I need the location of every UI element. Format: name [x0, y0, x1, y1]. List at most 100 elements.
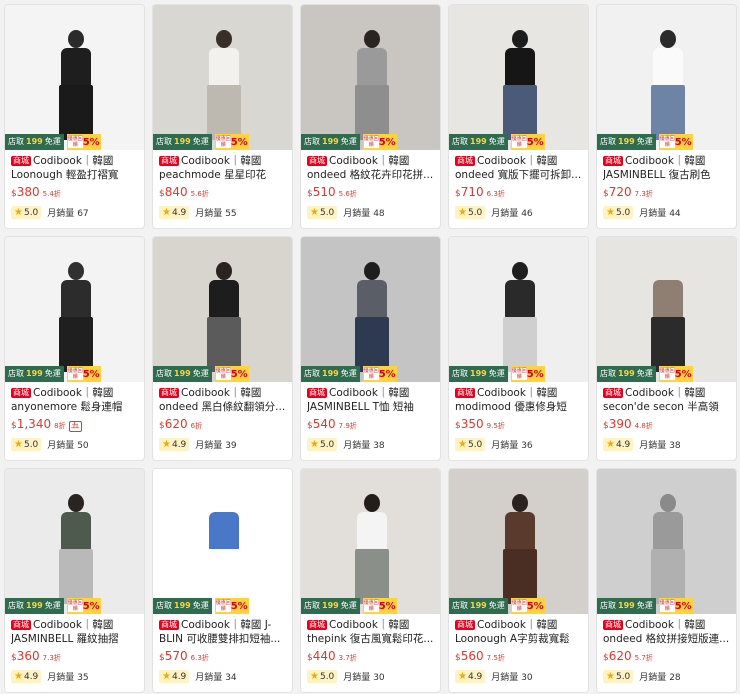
product-image[interactable]: 店取 199 免運 優惠回饋 5% [597, 5, 736, 150]
sales-label: 月銷量 [491, 673, 519, 683]
product-card[interactable]: 店取 199 免運 優惠回饋 5% 商城 Codibook｜韓國 ondeed 格紋拼… [596, 468, 737, 693]
product-card[interactable]: 店取 199 免運 優惠回饋 5% 商城 Codibook｜韓國 JASMINBELL… [596, 4, 737, 229]
model-bottom [206, 317, 241, 372]
cashback-badge: 優惠回饋 5% [362, 366, 397, 382]
product-image[interactable]: 店取 199 免運 優惠回饋 5% [597, 237, 736, 382]
product-card[interactable]: 店取 199 免運 優惠回饋 5% 商城 Codibook｜韓國 Loonough A… [448, 468, 589, 693]
product-card[interactable]: 店取 199 免運 優惠回饋 5% 商城 Codibook｜韓國 ondeed 格紋花… [300, 4, 441, 229]
product-title[interactable]: 商城 Codibook｜韓國 ondeed 格紋拼接短版連... [603, 618, 730, 646]
monthly-sales: 月銷量 39 [195, 438, 236, 451]
product-title[interactable]: 商城Codibook｜韓國 anyonemore 鬆身連帽針... [11, 386, 138, 414]
product-image[interactable]: 店取 199 免運 優惠回饋 5% [449, 5, 588, 150]
meta-row: ★ 4.9 月銷量 34 [159, 670, 286, 683]
product-title[interactable]: 商城Codibook｜韓國 modimood 優惠修身短袖... [455, 386, 582, 414]
product-title[interactable]: 商城 Codibook｜韓國 J- BLIN 可收腰雙排扣短袖... [159, 618, 286, 646]
product-card[interactable]: 店取 199 免運 優惠回饋 5% 商城 Codibook｜韓國 J- BLIN 可收… [152, 468, 293, 693]
sales-value: 38 [669, 441, 681, 451]
product-card[interactable]: 店取 199 免運 優惠回饋 5% 商城 Codibook｜韓國 peachmode … [152, 4, 293, 229]
product-info: 商城 Codibook｜韓國 ondeed 黑白條紋翻領分... $620 6折 … [153, 382, 292, 451]
price-row: $620 5.7折 [603, 649, 730, 665]
product-name-line: JASMINBELL 羅紋抽摺短... [11, 633, 119, 645]
promo-badges: 店取 199 免運 優惠回饋 5% [5, 366, 144, 382]
model-top [652, 280, 683, 318]
product-image[interactable]: 店取 199 免運 優惠回饋 5% [153, 237, 292, 382]
model-head [363, 494, 380, 512]
product-image[interactable]: 店取 199 免運 優惠回饋 5% [5, 469, 144, 614]
product-title[interactable]: 商城Codibook｜韓國 secon'de secon 半高領短... [603, 386, 730, 414]
product-title[interactable]: 商城Codibook｜韓國 JASMINBELL T恤 短袖上... [307, 386, 434, 414]
store-pickup-badge: 店取 199 免運 [301, 366, 360, 382]
product-image[interactable]: 店取 199 免運 優惠回饋 5% [301, 237, 440, 382]
meta-row: ★ 4.9 月銷量 55 [159, 206, 286, 219]
discount-rate: 3.7折 [338, 654, 357, 662]
product-image[interactable]: 店取 199 免運 優惠回饋 5% [449, 469, 588, 614]
store-pickup-badge: 店取 199 免運 [153, 134, 212, 150]
sales-label: 月銷量 [47, 441, 75, 451]
product-card[interactable]: 店取 199 免運 優惠回饋 5% 商城 Codibook｜韓國 ondeed 黑白條… [152, 236, 293, 461]
store-amount: 199 [322, 369, 339, 378]
product-title[interactable]: 商城Codibook｜韓國 Loonough A字剪裁寬鬆休... [455, 618, 582, 646]
store-pickup-badge: 店取 199 免運 [597, 598, 656, 614]
product-image[interactable]: 店取 199 免運 優惠回饋 5% [5, 237, 144, 382]
star-icon: ★ [606, 207, 615, 218]
product-title[interactable]: 商城 Codibook｜韓國 thepink 復古風寬鬆印花... [307, 618, 434, 646]
product-title[interactable]: 商城Codibook｜韓國 JASMINBELL 復古刷色喇... [603, 154, 730, 182]
price-value: 360 [16, 649, 40, 663]
product-name-line: ondeed 寬版下擺可拆卸... [455, 169, 582, 181]
model-top [356, 48, 387, 86]
product-image[interactable]: 店取 199 免運 優惠回饋 5% [449, 237, 588, 382]
product-title[interactable]: 商城 Codibook｜韓國 ondeed 黑白條紋翻領分... [159, 386, 286, 414]
product-image[interactable]: 店取 199 免運 優惠回饋 5% [301, 469, 440, 614]
rating-value: 5.0 [319, 671, 335, 682]
product-price: $620 [159, 417, 188, 431]
discount-rate: 6折 [190, 422, 203, 430]
product-info: 商城Codibook｜韓國 secon'de secon 半高領短... $39… [597, 382, 736, 451]
product-card[interactable]: 店取 199 免運 優惠回饋 5% 商城 Codibook｜韓國 anyonemore… [4, 236, 145, 461]
product-title[interactable]: 商城Codibook｜韓國 Loonough 輕盈打褶寬鬆... [11, 154, 138, 182]
product-title[interactable]: 商城Codibook｜韓國 JASMINBELL 羅紋抽摺短... [11, 618, 138, 646]
product-card[interactable]: 店取 199 免運 優惠回饋 5% 商城 Codibook｜韓國 ondeed 寬版下… [448, 4, 589, 229]
store-prefix: 店取 [8, 369, 24, 378]
product-card[interactable]: 店取 199 免運 優惠回饋 5% 商城 Codibook｜韓國 Loonough 輕… [4, 4, 145, 229]
store-prefix: 店取 [452, 137, 468, 146]
sales-label: 月銷量 [195, 673, 223, 683]
product-name-line: secon'de secon 半高領短... [603, 401, 719, 413]
sales-value: 30 [373, 673, 385, 683]
store-prefix: 店取 [600, 137, 616, 146]
rating-value: 5.0 [319, 439, 335, 450]
rating-value: 5.0 [615, 207, 631, 218]
store-prefix: 店取 [600, 601, 616, 610]
product-card[interactable]: 店取 199 免運 優惠回饋 5% 商城 Codibook｜韓國 secon'de s… [596, 236, 737, 461]
product-title[interactable]: 商城Codibook｜韓國 peachmode 星星印花寬... [159, 154, 286, 182]
rating-value: 4.9 [23, 671, 39, 682]
store-amount: 199 [618, 601, 635, 610]
product-brand-line: Codibook｜韓國 [477, 619, 558, 631]
product-card[interactable]: 店取 199 免運 優惠回饋 5% 商城 Codibook｜韓國 JASMINBELL… [300, 236, 441, 461]
store-pickup-badge: 店取 199 免運 [597, 134, 656, 150]
model-figure [203, 494, 245, 604]
product-brand-line: Codibook｜韓國 [625, 619, 706, 631]
sales-value: 67 [77, 209, 89, 219]
product-card[interactable]: 店取 199 免運 優惠回饋 5% 商城 Codibook｜韓國 JASMINBELL… [4, 468, 145, 693]
product-image[interactable]: 店取 199 免運 優惠回饋 5% [597, 469, 736, 614]
product-image[interactable]: 店取 199 免運 優惠回饋 5% [301, 5, 440, 150]
promo-badges: 店取 199 免運 優惠回饋 5% [5, 134, 144, 150]
cashback-badge: 優惠回饋 5% [362, 134, 397, 150]
meta-row: ★ 5.0 月銷量 30 [307, 670, 434, 683]
product-image[interactable]: 店取 199 免運 優惠回饋 5% [153, 469, 292, 614]
store-prefix: 店取 [156, 369, 172, 378]
product-card[interactable]: 店取 199 免運 優惠回饋 5% 商城 Codibook｜韓國 thepink 復古… [300, 468, 441, 693]
product-image[interactable]: 店取 199 免運 優惠回饋 5% [5, 5, 144, 150]
model-figure [55, 30, 97, 140]
promo-badges: 店取 199 免運 優惠回饋 5% [597, 134, 736, 150]
product-info: 商城Codibook｜韓國 anyonemore 鬆身連帽針... $1,340… [5, 382, 144, 451]
product-name-line: peachmode 星星印花寬... [159, 169, 267, 181]
product-title[interactable]: 商城 Codibook｜韓國 ondeed 寬版下擺可拆卸... [455, 154, 582, 182]
model-top [504, 48, 535, 86]
product-grid: 店取 199 免運 優惠回饋 5% 商城 Codibook｜韓國 Loonough 輕… [4, 4, 737, 693]
product-image[interactable]: 店取 199 免運 優惠回饋 5% [153, 5, 292, 150]
product-title[interactable]: 商城 Codibook｜韓國 ondeed 格紋花卉印花拼... [307, 154, 434, 182]
cashback-percent: 5% [230, 368, 248, 380]
monthly-sales: 月銷量 30 [343, 670, 384, 683]
product-card[interactable]: 店取 199 免運 優惠回饋 5% 商城 Codibook｜韓國 modimood 優… [448, 236, 589, 461]
